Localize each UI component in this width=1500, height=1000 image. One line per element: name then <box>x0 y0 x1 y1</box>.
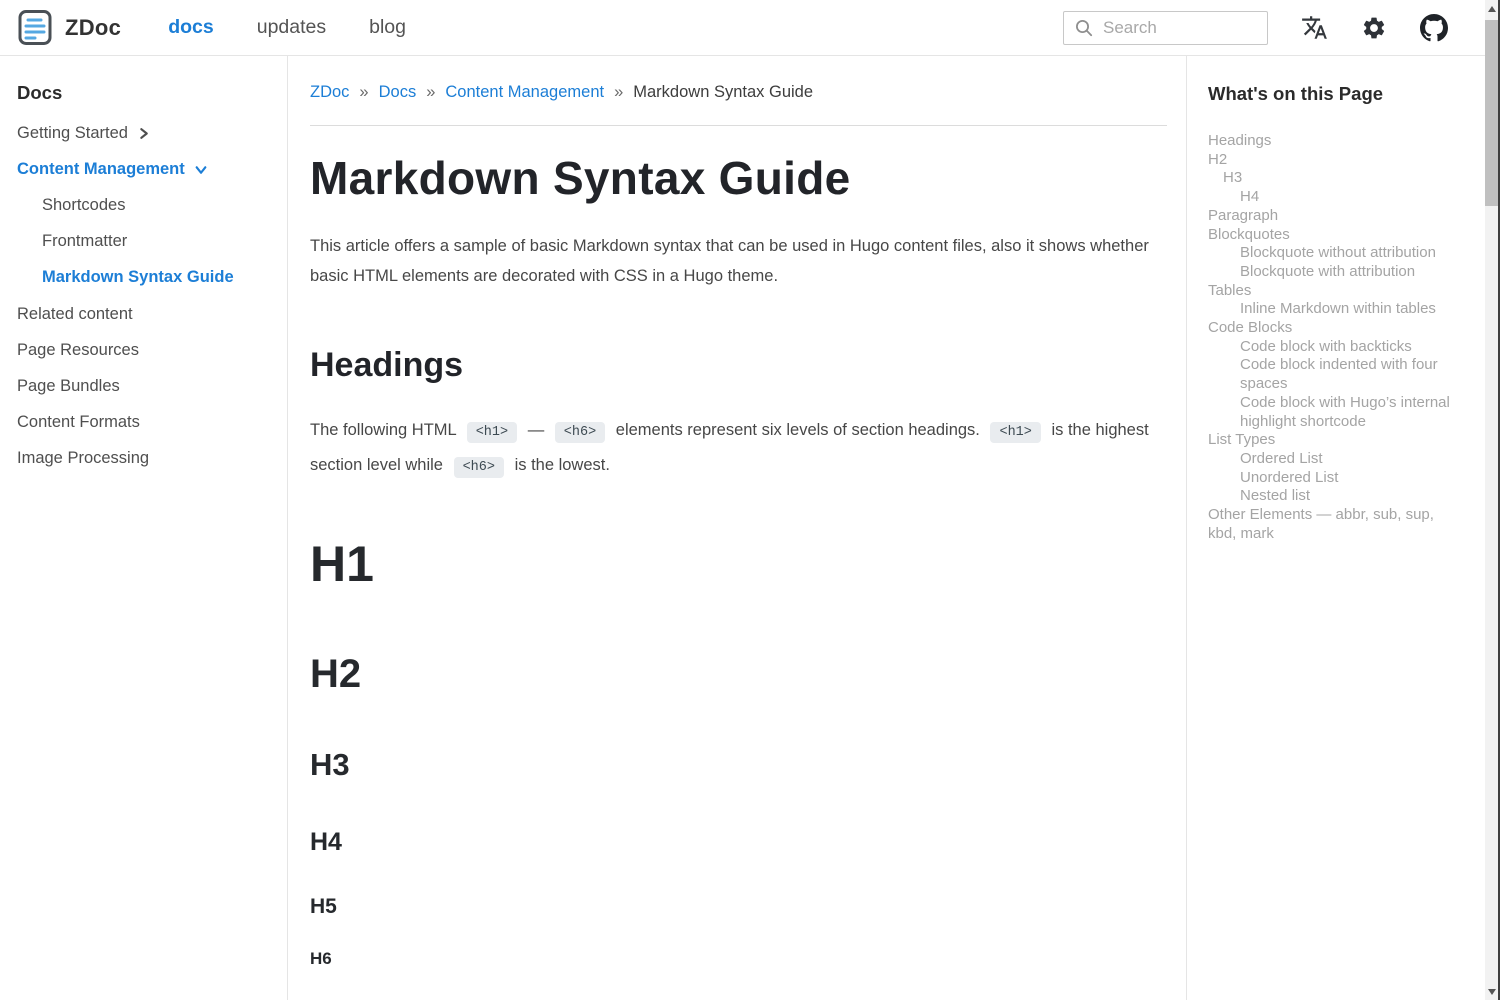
translate-icon[interactable] <box>1301 14 1328 41</box>
toc-item-paragraph[interactable]: Paragraph <box>1208 207 1466 226</box>
sidebar-item-label: Content Formats <box>17 413 140 432</box>
toc-item-code-block-indented-with-four-spaces[interactable]: Code block indented with four spaces <box>1208 356 1466 393</box>
primary-nav: docs updates blog <box>168 16 406 39</box>
sidebar-item-shortcodes[interactable]: Shortcodes <box>17 187 273 223</box>
inline-code-chip: <h1> <box>467 422 517 443</box>
sidebar-item-label: Content Management <box>17 160 185 179</box>
demo-heading-h1: H1 <box>310 536 1167 594</box>
settings-gear-icon[interactable] <box>1361 15 1387 41</box>
toc-item-h2[interactable]: H2 <box>1208 151 1466 170</box>
sidebar-item-label: Frontmatter <box>42 232 127 251</box>
toc-item-code-blocks[interactable]: Code Blocks <box>1208 319 1466 338</box>
toc-item-code-block-with-hugo-s-internal-highligh[interactable]: Code block with Hugo’s internal highligh… <box>1208 394 1466 431</box>
breadcrumb-separator: » <box>359 83 368 102</box>
sidebar-item-label: Shortcodes <box>42 196 125 215</box>
search-icon <box>1075 19 1093 37</box>
docs-sidebar: Docs Getting Started Content Management Sh… <box>0 56 288 1000</box>
toc-item-inline-markdown-within-tables[interactable]: Inline Markdown within tables <box>1208 300 1466 319</box>
top-navbar: ZDoc docs updates blog <box>0 0 1500 56</box>
toc-item-other-elements-abbr-sub-sup-kbd-mark[interactable]: Other Elements — abbr, sub, sup, kbd, ma… <box>1208 506 1466 543</box>
toc-item-blockquotes[interactable]: Blockquotes <box>1208 226 1466 245</box>
sidebar-nav-list: Getting Started Content Management Shortco… <box>17 115 273 477</box>
section-title-headings: Headings <box>310 346 1167 385</box>
breadcrumb-separator: » <box>614 83 623 102</box>
breadcrumb-item-docs[interactable]: Docs <box>379 83 417 102</box>
sidebar-item-image-processing[interactable]: Image Processing <box>17 441 273 477</box>
nav-item-blog[interactable]: blog <box>369 16 406 39</box>
toc-item-headings[interactable]: Headings <box>1208 132 1466 151</box>
sidebar-item-markdown-syntax-guide[interactable]: Markdown Syntax Guide <box>17 260 273 296</box>
sidebar-item-page-bundles[interactable]: Page Bundles <box>17 368 273 404</box>
toc-item-unordered-list[interactable]: Unordered List <box>1208 469 1466 488</box>
sidebar-title: Docs <box>17 82 273 104</box>
chevron-down-icon <box>194 163 208 176</box>
breadcrumb-divider <box>310 125 1167 126</box>
toc-item-code-block-with-backticks[interactable]: Code block with backticks <box>1208 338 1466 357</box>
sidebar-item-label: Markdown Syntax Guide <box>42 268 234 287</box>
toc-item-ordered-list[interactable]: Ordered List <box>1208 450 1466 469</box>
sidebar-item-label: Image Processing <box>17 449 149 468</box>
breadcrumb-item-markdown-syntax-guide: Markdown Syntax Guide <box>633 83 813 102</box>
nav-item-docs[interactable]: docs <box>168 16 214 39</box>
breadcrumb-separator: » <box>426 83 435 102</box>
sidebar-item-label: Getting Started <box>17 124 128 143</box>
sidebar-item-label: Page Resources <box>17 341 139 360</box>
scrollbar-thumb[interactable] <box>1485 20 1498 206</box>
article-intro: This article offers a sample of basic Ma… <box>310 231 1162 291</box>
toc-title: What's on this Page <box>1208 83 1466 105</box>
toc-item-list-types[interactable]: List Types <box>1208 431 1466 450</box>
toc-item-blockquote-with-attribution[interactable]: Blockquote with attribution <box>1208 263 1466 282</box>
sidebar-item-content-management[interactable]: Content Management <box>17 151 273 187</box>
github-icon[interactable] <box>1420 14 1448 42</box>
demo-heading-h4: H4 <box>310 828 1167 857</box>
toc-item-blockquote-without-attribution[interactable]: Blockquote without attribution <box>1208 244 1466 263</box>
search-box <box>1063 11 1268 45</box>
sidebar-item-label: Related content <box>17 305 133 324</box>
toc-item-tables[interactable]: Tables <box>1208 282 1466 301</box>
headings-section-body: The following HTML <h1> — <h6> elements … <box>310 414 1167 484</box>
sidebar-item-frontmatter[interactable]: Frontmatter <box>17 224 273 260</box>
demo-heading-h6: H6 <box>310 949 1167 969</box>
sidebar-item-getting-started[interactable]: Getting Started <box>17 115 273 151</box>
inline-code-chip: <h6> <box>555 422 605 443</box>
search-input[interactable] <box>1103 18 1259 38</box>
toc-list: HeadingsH2H3H4ParagraphBlockquotesBlockq… <box>1208 132 1466 543</box>
inline-code-chip: <h1> <box>990 422 1040 443</box>
sidebar-item-content-formats[interactable]: Content Formats <box>17 405 273 441</box>
breadcrumb-item-zdoc[interactable]: ZDoc <box>310 83 349 102</box>
page-toc: What's on this Page HeadingsH2H3H4Paragr… <box>1186 56 1500 1000</box>
scroll-up-arrow-icon[interactable] <box>1485 0 1498 17</box>
demo-heading-h2: H2 <box>310 651 1167 697</box>
scroll-down-arrow-icon[interactable] <box>1485 983 1498 1000</box>
demo-heading-h5: H5 <box>310 895 1167 919</box>
breadcrumb-item-content-management[interactable]: Content Management <box>445 83 604 102</box>
brand-title[interactable]: ZDoc <box>65 15 121 41</box>
window-scrollbar[interactable] <box>1485 0 1500 1000</box>
zdoc-logo-icon[interactable] <box>18 9 52 46</box>
breadcrumb: ZDoc » Docs » Content Management » Markdown Sy… <box>310 83 1167 102</box>
sidebar-item-related-content[interactable]: Related content <box>17 296 273 332</box>
demo-heading-h3: H3 <box>310 747 1167 783</box>
inline-code-chip: <h6> <box>454 457 504 478</box>
article-content: ZDoc » Docs » Content Management » Markdown Sy… <box>288 56 1186 1000</box>
toc-item-h4[interactable]: H4 <box>1208 188 1466 207</box>
toc-item-h3[interactable]: H3 <box>1208 169 1466 188</box>
sidebar-item-label: Page Bundles <box>17 377 120 396</box>
sidebar-item-page-resources[interactable]: Page Resources <box>17 332 273 368</box>
demo-headings-area: H1 H2 H3 H4 H5 H6 <box>310 536 1167 969</box>
nav-item-updates[interactable]: updates <box>257 16 326 39</box>
toc-item-nested-list[interactable]: Nested list <box>1208 487 1466 506</box>
page-title: Markdown Syntax Guide <box>310 151 1167 205</box>
chevron-right-icon <box>137 127 150 140</box>
